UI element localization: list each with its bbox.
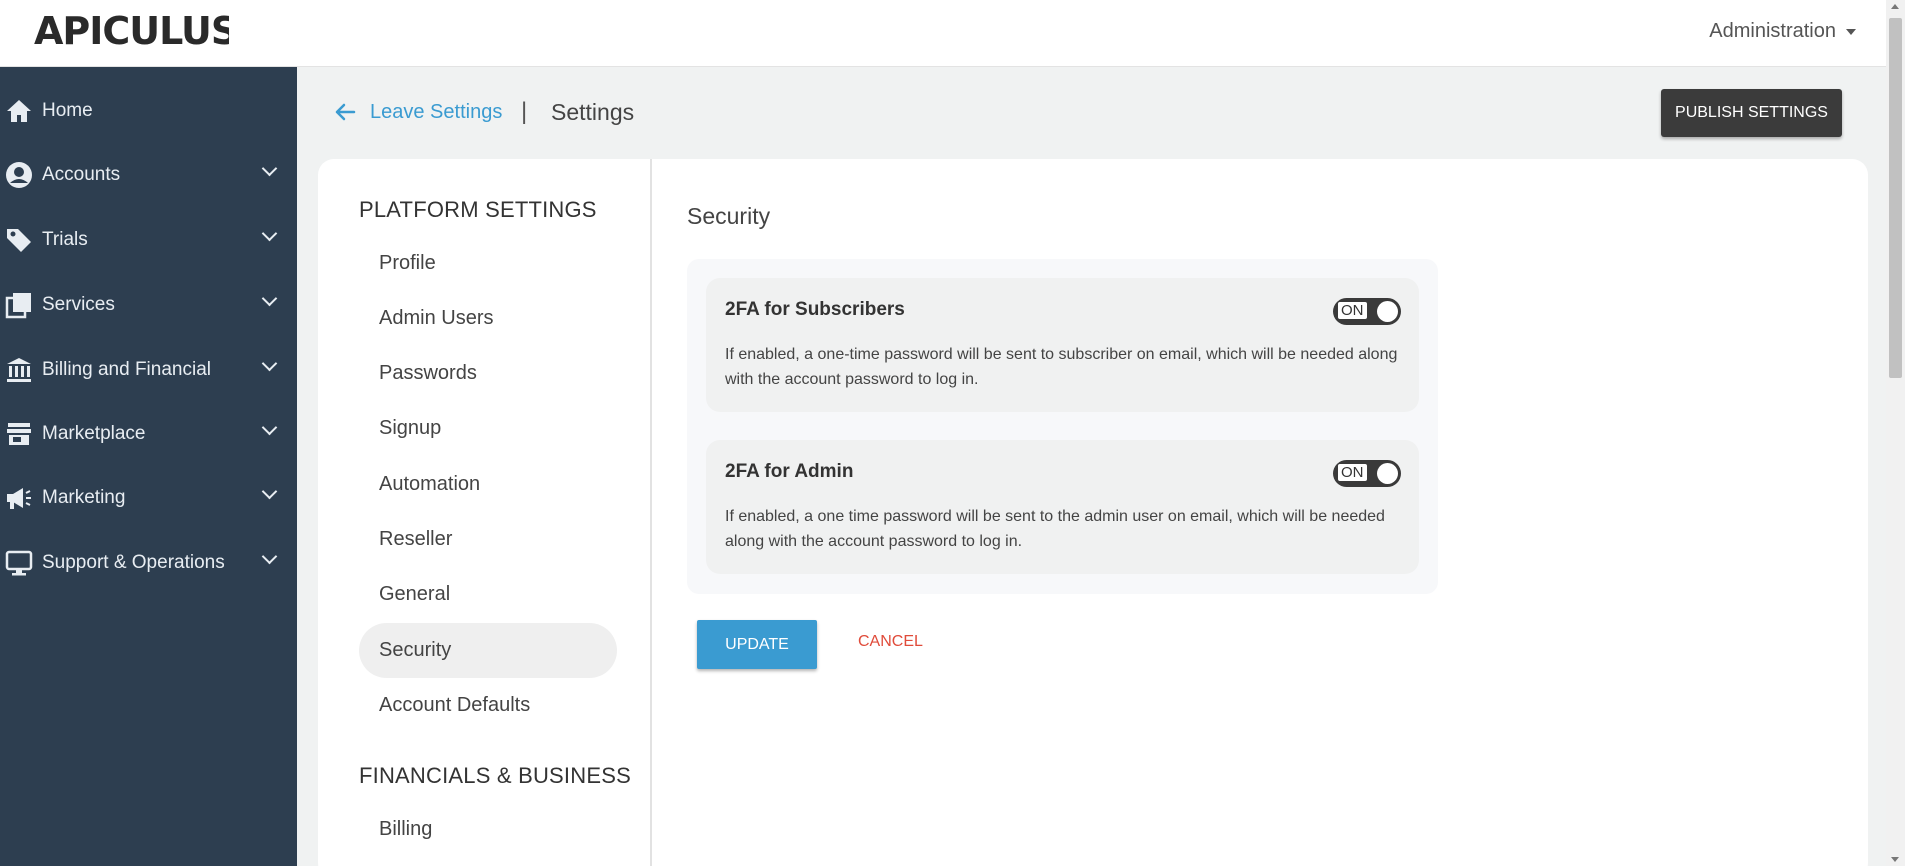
stack-icon	[4, 290, 34, 320]
monitor-icon	[4, 548, 34, 578]
chevron-down-icon	[261, 419, 278, 436]
administration-menu[interactable]: Administration	[1709, 20, 1856, 43]
setting-title: 2FA for Subscribers	[725, 299, 905, 320]
chevron-down-icon	[261, 355, 278, 372]
platform-settings-heading: PLATFORM SETTINGS	[359, 197, 597, 222]
settings-nav-automation[interactable]: Automation	[359, 457, 617, 512]
sidebar-item-label: Support & Operations	[42, 552, 225, 573]
setting-2fa-subscribers: 2FA for Subscribers ON If enabled, a one…	[706, 278, 1419, 412]
setting-description: If enabled, a one time password will be …	[725, 508, 1385, 550]
toggle-2fa-admin[interactable]: ON	[1333, 460, 1401, 487]
store-icon	[4, 419, 34, 449]
breadcrumb-separator: |	[521, 98, 528, 125]
leave-settings-link[interactable]: Leave Settings	[370, 101, 502, 124]
svg-text:APICULUS: APICULUS	[34, 10, 229, 50]
toggle-label: ON	[1338, 464, 1367, 481]
chevron-down-icon	[261, 548, 278, 565]
setting-description: If enabled, a one-time password will be …	[725, 346, 1398, 388]
sidebar-item-billing-and-financial[interactable]: Billing and Financial	[0, 348, 297, 392]
sidebar-item-label: Marketplace	[42, 423, 146, 444]
page-scrollbar[interactable]	[1886, 0, 1905, 866]
megaphone-icon	[4, 483, 34, 513]
sidebar-item-accounts[interactable]: Accounts	[0, 153, 297, 197]
toggle-knob	[1377, 463, 1398, 484]
chevron-down-icon	[261, 225, 278, 242]
sidebar: Home Accounts Trials Services Billing an…	[0, 67, 297, 866]
toggle-label: ON	[1338, 302, 1367, 319]
settings-nav-reseller[interactable]: Reseller	[359, 512, 617, 567]
scroll-down-arrow-icon[interactable]	[1891, 857, 1899, 862]
sidebar-item-label: Billing and Financial	[42, 359, 211, 380]
chevron-down-icon	[261, 483, 278, 500]
financials-business-heading: FINANCIALS & BUSINESS	[359, 763, 631, 788]
settings-nav: PLATFORM SETTINGS Profile Admin Users Pa…	[318, 159, 652, 866]
settings-nav-passwords[interactable]: Passwords	[359, 346, 617, 401]
sidebar-item-label: Accounts	[42, 164, 121, 185]
sidebar-item-label: Home	[42, 100, 93, 121]
settings-nav-signup[interactable]: Signup	[359, 401, 617, 456]
settings-nav-security[interactable]: Security	[359, 623, 617, 678]
bank-icon	[4, 355, 34, 385]
settings-nav-admin-users[interactable]: Admin Users	[359, 291, 617, 346]
administration-menu-label: Administration	[1709, 20, 1836, 42]
sidebar-item-label: Marketing	[42, 487, 126, 508]
sidebar-item-label: Trials	[42, 229, 88, 250]
toggle-2fa-subscribers[interactable]: ON	[1333, 298, 1401, 325]
sidebar-item-marketing[interactable]: Marketing	[0, 476, 297, 520]
apiculus-logo[interactable]: APICULUS	[34, 10, 229, 50]
settings-nav-profile[interactable]: Profile	[359, 236, 617, 291]
page-title: Settings	[551, 99, 635, 125]
scroll-up-arrow-icon[interactable]	[1891, 4, 1899, 9]
sidebar-item-label: Services	[42, 294, 115, 315]
sidebar-item-home[interactable]: Home	[0, 89, 297, 133]
section-title: Security	[687, 203, 771, 229]
top-bar: APICULUS Administration	[0, 0, 1886, 67]
sidebar-item-services[interactable]: Services	[0, 283, 297, 327]
publish-settings-button[interactable]: PUBLISH SETTINGS	[1661, 89, 1842, 137]
update-button[interactable]: UPDATE	[697, 620, 817, 669]
scrollbar-thumb[interactable]	[1889, 18, 1902, 378]
user-circle-icon	[4, 160, 34, 190]
setting-2fa-admin: 2FA for Admin ON If enabled, a one time …	[706, 440, 1419, 574]
sidebar-item-trials[interactable]: Trials	[0, 218, 297, 262]
sidebar-item-marketplace[interactable]: Marketplace	[0, 412, 297, 456]
caret-down-icon	[1846, 28, 1856, 35]
sidebar-item-support-and-operations[interactable]: Support & Operations	[0, 541, 297, 585]
tag-icon	[4, 225, 34, 255]
settings-nav-general[interactable]: General	[359, 567, 617, 622]
settings-nav-billing[interactable]: Billing	[359, 802, 617, 857]
cancel-button[interactable]: CANCEL	[858, 633, 923, 651]
arrow-left-icon[interactable]	[333, 100, 357, 124]
setting-title: 2FA for Admin	[725, 461, 854, 482]
settings-nav-account-defaults[interactable]: Account Defaults	[359, 678, 617, 733]
home-icon	[4, 96, 34, 126]
chevron-down-icon	[261, 160, 278, 177]
logo-wordmark-icon: APICULUS	[34, 10, 229, 50]
chevron-down-icon	[261, 290, 278, 307]
toggle-knob	[1377, 301, 1398, 322]
